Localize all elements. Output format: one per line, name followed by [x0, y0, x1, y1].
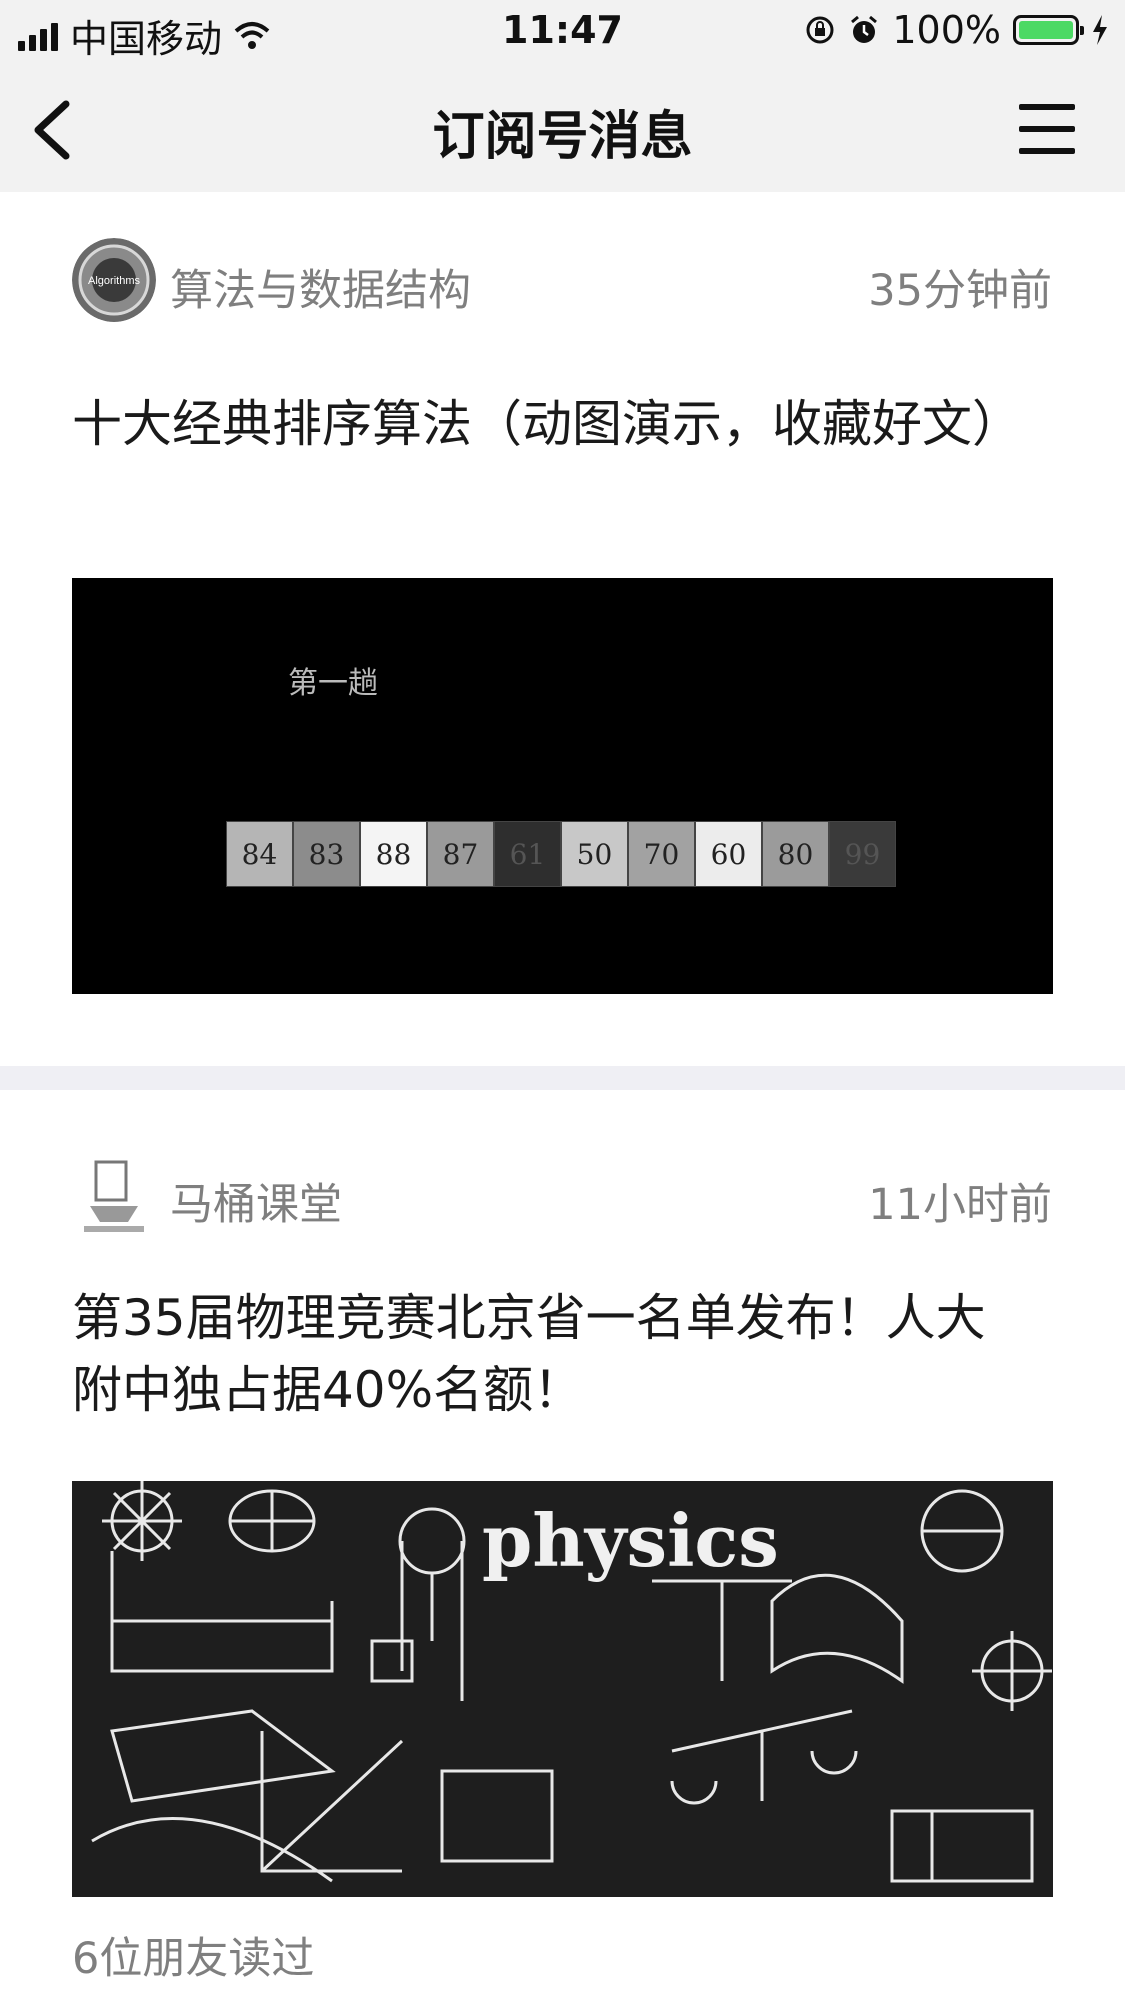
article-thumbnail[interactable]: physics [72, 1481, 1053, 1897]
sort-cell: 83 [293, 821, 360, 887]
status-bar: 中国移动 11:47 100% [0, 0, 1125, 64]
sort-cell: 50 [561, 821, 628, 887]
sort-cell: 87 [427, 821, 494, 887]
status-right: 100% [804, 8, 1109, 52]
page-title: 订阅号消息 [432, 107, 693, 167]
source-name[interactable]: 算法与数据结构 [170, 256, 471, 318]
article-thumbnail[interactable]: 第一趟 84 83 88 87 61 50 70 60 80 99 [72, 578, 1053, 994]
article-title[interactable]: 十大经典排序算法（动图演示，收藏好文） [72, 388, 1032, 460]
battery-icon [1013, 15, 1084, 45]
physics-word: physics [482, 1498, 779, 1583]
source-avatar[interactable] [72, 1152, 156, 1236]
sort-bar: 84 83 88 87 61 50 70 60 80 99 [226, 821, 896, 887]
card-separator [0, 1066, 1125, 1090]
source-avatar[interactable]: Algorithms [72, 238, 156, 322]
article-card-1[interactable]: Algorithms 算法与数据结构 35分钟前 十大经典排序算法（动图演示，收… [0, 192, 1125, 1066]
article-title[interactable]: 第35届物理竞赛北京省一名单发布！人大附中独占据40%名额！ [72, 1282, 1032, 1426]
battery-percent: 100% [892, 8, 1001, 52]
menu-icon[interactable] [1019, 104, 1075, 154]
charging-icon [1093, 15, 1107, 45]
alarm-icon [851, 15, 878, 43]
article-header: 马桶课堂 11小时前 [72, 1152, 1052, 1238]
avatar-text: Algorithms [88, 275, 140, 287]
sort-cell: 60 [695, 821, 762, 887]
publish-time: 11小时前 [868, 1180, 1052, 1230]
article-header: Algorithms 算法与数据结构 35分钟前 [72, 238, 1052, 324]
sort-cell: 80 [762, 821, 829, 887]
sort-cell: 84 [226, 821, 293, 887]
sort-cell: 99 [829, 821, 896, 887]
publish-time: 35分钟前 [868, 266, 1052, 316]
nav-bar: 订阅号消息 [0, 64, 1125, 192]
sort-cell: 88 [360, 821, 427, 887]
rotation-lock-icon [806, 16, 834, 44]
sort-cell: 61 [494, 821, 561, 887]
source-name[interactable]: 马桶课堂 [170, 1170, 342, 1232]
sort-cell: 70 [628, 821, 695, 887]
friends-read-count: 6位朋友读过 [72, 1934, 315, 1984]
thumbnail-label: 第一趟 [288, 666, 378, 701]
article-card-2[interactable]: 马桶课堂 11小时前 第35届物理竞赛北京省一名单发布！人大附中独占据40%名额… [0, 1090, 1125, 2001]
physics-chalkboard-image: physics [72, 1481, 1053, 1897]
